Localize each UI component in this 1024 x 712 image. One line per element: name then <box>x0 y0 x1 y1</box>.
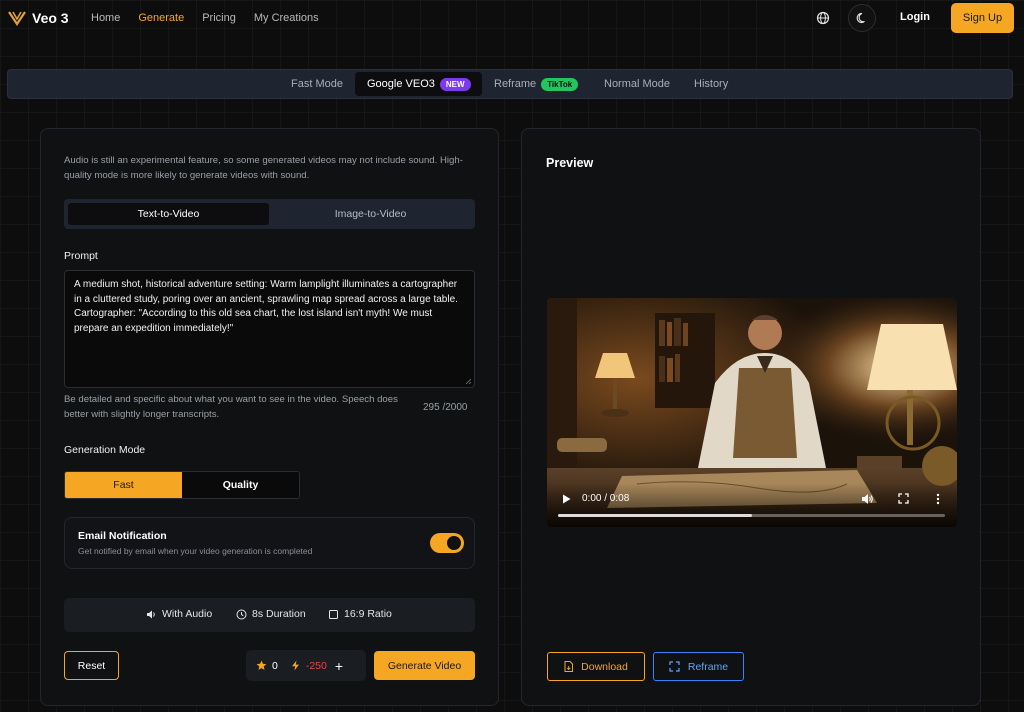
feature-ratio-label: 16:9 Ratio <box>344 608 392 620</box>
tab-fast-mode[interactable]: Fast Mode <box>291 72 351 96</box>
fullscreen-icon[interactable] <box>898 493 909 504</box>
input-type-switch: Text-to-Video Image-to-Video <box>64 199 475 229</box>
prompt-textarea[interactable]: A medium shot, historical adventure sett… <box>64 270 475 388</box>
prompt-hint: Be detailed and specific about what you … <box>64 394 398 420</box>
tab-label: Reframe <box>494 78 537 90</box>
download-button[interactable]: Download <box>547 652 645 681</box>
reframe-label: Reframe <box>687 660 729 673</box>
tab-label: History <box>694 78 729 90</box>
email-notification-subtitle: Get notified by email when your video ge… <box>78 546 313 556</box>
clock-icon <box>236 609 247 619</box>
prompt-text: A medium shot, historical adventure sett… <box>74 279 458 334</box>
audio-notice: Audio is still an experimental feature, … <box>64 155 463 181</box>
mode-fast-button[interactable]: Fast <box>65 472 182 498</box>
tab-reframe[interactable]: Reframe TikTok <box>494 72 586 96</box>
nav-home[interactable]: Home <box>91 12 120 24</box>
star-icon <box>256 660 267 670</box>
prompt-label: Prompt <box>64 250 98 262</box>
video-time: 0:00 / 0:08 <box>582 493 630 504</box>
feature-ratio: 16:9 Ratio <box>328 608 392 620</box>
resize-handle-icon[interactable] <box>465 378 472 385</box>
logo-icon <box>8 11 26 26</box>
mode-bar: Fast Mode Google VEO3 NEW Reframe TikTok… <box>7 69 1013 99</box>
credits-balance: 0 <box>272 659 278 672</box>
tab-label: Google VEO3 <box>367 78 435 90</box>
logo[interactable]: Veo 3 <box>8 10 69 26</box>
feature-audio-label: With Audio <box>162 608 213 620</box>
add-credits-button[interactable]: + <box>335 658 343 674</box>
nav-pricing[interactable]: Pricing <box>202 12 236 24</box>
globe-icon[interactable] <box>815 10 831 26</box>
file-icon <box>564 661 574 672</box>
signup-button[interactable]: Sign Up <box>951 3 1014 33</box>
credits-cost: -250 <box>305 659 327 672</box>
tab-image-to-video[interactable]: Image-to-Video <box>270 203 471 225</box>
theme-toggle-button[interactable] <box>848 4 876 32</box>
tab-label: Normal Mode <box>604 78 671 90</box>
more-options-icon[interactable] <box>936 493 940 505</box>
generate-video-button[interactable]: Generate Video <box>374 651 475 680</box>
character-counter: 295 /2000 <box>423 402 468 413</box>
tab-history[interactable]: History <box>694 72 734 96</box>
login-link[interactable]: Login <box>900 11 930 23</box>
video-progress-bar[interactable] <box>558 514 945 517</box>
moon-icon <box>856 12 865 24</box>
email-notification-toggle[interactable] <box>430 533 464 553</box>
generation-form-panel: Audio is still an experimental feature, … <box>40 128 499 706</box>
mode-quality-button[interactable]: Quality <box>182 472 299 498</box>
email-notification-title: Email Notification <box>78 530 167 542</box>
tiktok-badge: TikTok <box>541 77 579 91</box>
preview-title: Preview <box>546 156 594 170</box>
reframe-button[interactable]: Reframe <box>653 652 744 681</box>
speaker-icon <box>147 610 155 618</box>
nav-my-creations[interactable]: My Creations <box>254 12 319 24</box>
email-notification-card: Email Notification Get notified by email… <box>64 517 475 569</box>
video-progress-fill <box>558 514 752 517</box>
lightning-icon <box>291 660 299 671</box>
tab-google-veo3[interactable]: Google VEO3 NEW <box>355 72 482 96</box>
credits-indicator: 0 -250 + <box>246 650 366 681</box>
tab-label: Fast Mode <box>291 78 343 90</box>
preview-panel: Preview 0:00 / 0:08 Download Reframe <box>521 128 981 706</box>
feature-audio: With Audio <box>146 608 212 620</box>
app-name: Veo 3 <box>32 10 69 26</box>
video-controls: 0:00 / 0:08 <box>547 483 957 527</box>
aspect-ratio-icon <box>329 609 338 619</box>
feature-duration: 8s Duration <box>236 608 306 620</box>
top-navbar: Veo 3 Home Generate Pricing My Creations… <box>0 0 1024 36</box>
nav-generate[interactable]: Generate <box>138 12 184 24</box>
feature-summary-bar: With Audio 8s Duration 16:9 Ratio <box>64 598 475 632</box>
reset-button[interactable]: Reset <box>64 651 119 680</box>
play-icon[interactable] <box>562 494 571 504</box>
new-badge: NEW <box>439 77 471 91</box>
crop-frame-icon <box>669 661 680 672</box>
feature-duration-label: 8s Duration <box>252 608 306 620</box>
volume-icon[interactable] <box>861 493 874 505</box>
tab-text-to-video[interactable]: Text-to-Video <box>68 203 269 225</box>
generation-mode-label: Generation Mode <box>64 444 146 456</box>
download-label: Download <box>581 660 628 673</box>
nav-links: Home Generate Pricing My Creations <box>91 12 319 24</box>
toggle-knob <box>447 536 461 550</box>
video-player[interactable]: 0:00 / 0:08 <box>547 298 957 527</box>
tab-normal-mode[interactable]: Normal Mode <box>604 72 674 96</box>
generation-mode-selector: Fast Quality <box>64 471 300 499</box>
